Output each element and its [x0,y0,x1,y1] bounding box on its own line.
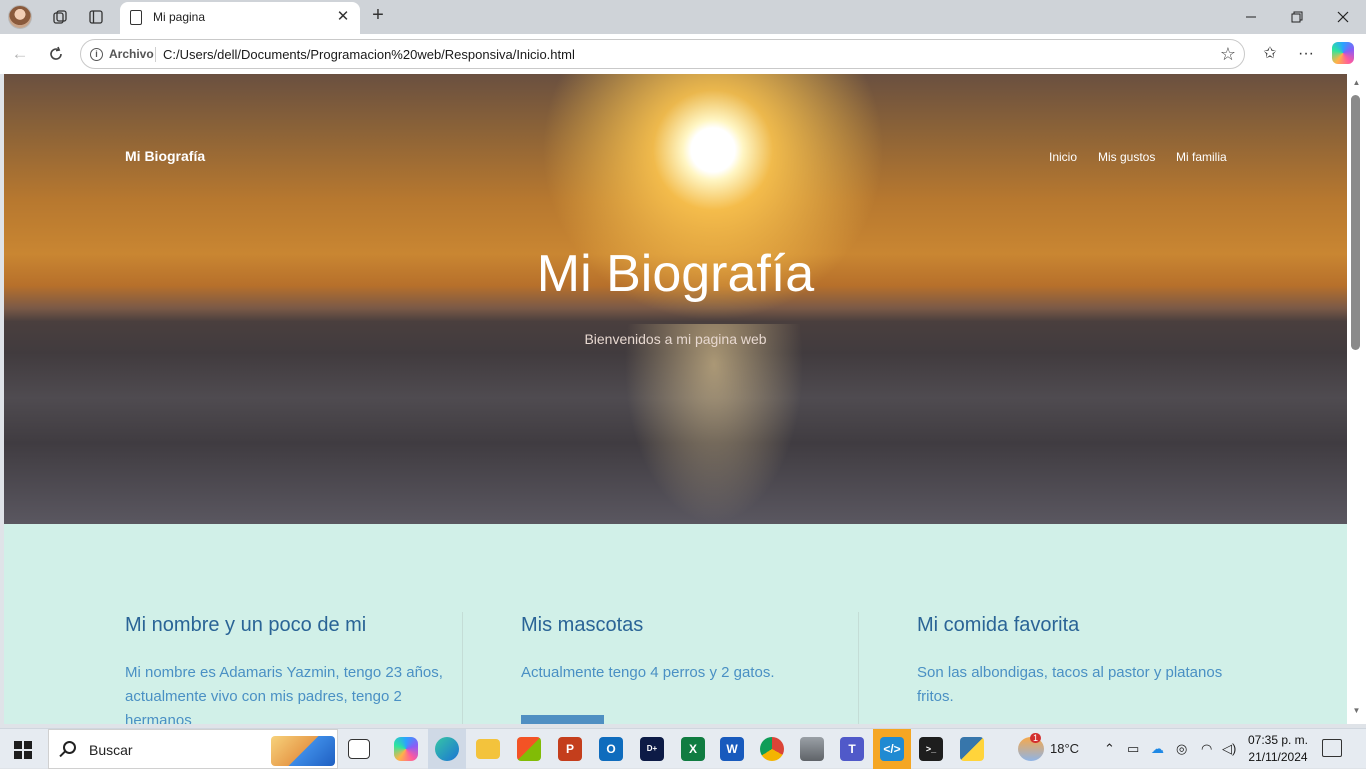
site-brand[interactable]: Mi Biografía [125,148,205,164]
favorites-icon[interactable]: ✩ [1258,42,1282,66]
volume-icon[interactable]: ◁) [1222,741,1236,757]
battery-icon[interactable]: ▭ [1127,741,1139,757]
column-text: Mi nombre es Adamaris Yazmin, tengo 23 a… [125,664,443,724]
vscode-icon[interactable]: </> [880,737,904,761]
new-tab-button[interactable]: + [366,4,390,28]
notifications-icon[interactable] [1322,739,1342,757]
profile-avatar[interactable] [8,5,32,29]
info-icon[interactable]: i [90,48,103,61]
favorite-star-icon[interactable]: ☆ [1220,44,1236,65]
hero-section: Mi Biografía Inicio Mis gustos Mi famili… [4,74,1347,524]
url-text[interactable]: C:/Users/dell/Documents/Programacion%20w… [163,47,575,62]
powerpoint-icon[interactable]: P [558,737,582,761]
tab-title: Mi pagina [153,10,206,24]
nav-link-mi-familia[interactable]: Mi familia [1176,150,1227,164]
back-icon[interactable]: ← [8,42,32,66]
scroll-up-icon[interactable]: ▲ [1349,78,1364,90]
nav-link-mis-gustos[interactable]: Mis gustos [1098,150,1155,164]
clock-time: 07:35 p. m. [1247,733,1309,747]
browser-toolbar: ← i Archivo C:/Users/dell/Documents/Prog… [0,34,1366,74]
python-icon[interactable] [960,737,984,761]
wifi-icon[interactable]: ◠ [1201,741,1212,757]
active-tab[interactable]: Mi pagina ✕ [120,2,360,34]
taskbar-search[interactable]: Buscar [48,729,338,769]
column-divider [462,612,463,724]
column-pets: Mis mascotas Actualmente tengo 4 perros … [521,614,861,685]
outlook-icon[interactable]: O [599,737,623,761]
column-divider [858,612,859,724]
minimize-icon[interactable] [1228,0,1274,34]
teams-icon[interactable]: T [840,737,864,761]
word-icon[interactable]: W [720,737,744,761]
hero-title: Mi Biografía [536,245,815,303]
terminal-icon[interactable]: >_ [919,737,943,761]
restore-icon[interactable] [1274,0,1320,34]
search-icon [63,741,76,754]
file-explorer-icon[interactable] [476,739,500,759]
scroll-down-icon[interactable]: ▼ [1349,706,1364,718]
column-text: Son las albondigas, tacos al pastor y pl… [917,664,1223,705]
column-about-me: Mi nombre y un poco de mi Mi nombre es A… [125,614,465,724]
store-icon[interactable] [517,737,541,761]
document-icon [130,10,142,25]
windows-taskbar: Buscar P O D+ X W T </> >_ 1 18°C ⌃ ▭ ☁ … [0,728,1366,769]
tray-overflow-icon[interactable]: ⌃ [1104,741,1115,757]
address-bar[interactable]: i Archivo C:/Users/dell/Documents/Progra… [80,39,1245,69]
chrome-icon[interactable] [760,737,784,761]
start-button[interactable] [14,741,32,759]
page-viewport: Mi Biografía Inicio Mis gustos Mi famili… [4,74,1347,724]
pets-button[interactable] [521,715,604,724]
weather-badge: 1 [1030,733,1042,743]
meet-icon[interactable]: ◎ [1176,741,1187,757]
close-tab-icon[interactable]: ✕ [334,8,352,26]
onedrive-icon[interactable]: ☁ [1151,741,1164,757]
tab-strip: Mi pagina ✕ + [0,0,1366,34]
scrollbar-thumb[interactable] [1351,95,1360,350]
clock-date: 21/11/2024 [1248,750,1308,764]
edge-icon[interactable] [435,737,459,761]
copilot-icon[interactable] [1332,42,1354,64]
workspaces-icon[interactable] [48,5,72,29]
search-label: Buscar [89,742,133,758]
taskbar-clock[interactable]: 07:35 p. m. 21/11/2024 [1240,732,1316,766]
sun-reflection [624,324,804,524]
task-view-icon[interactable] [348,739,370,759]
close-icon[interactable] [1320,0,1366,34]
more-icon[interactable]: ··· [1294,42,1318,66]
address-separator [155,47,156,62]
weather-temp[interactable]: 18°C [1050,741,1079,756]
tab-actions-icon[interactable] [84,5,108,29]
column-favorite-food: Mi comida favorita Son las albondigas, t… [917,614,1257,709]
scheme-label[interactable]: Archivo [109,47,154,61]
column-title: Mis mascotas [521,614,644,636]
nav-link-inicio[interactable]: Inicio [1049,150,1077,164]
copilot-app-icon[interactable] [394,737,418,761]
column-text: Actualmente tengo 4 perros y 2 gatos. [521,664,775,681]
column-title: Mi nombre y un poco de mi [125,614,367,636]
disney-plus-icon[interactable]: D+ [640,737,664,761]
database-icon[interactable] [800,737,824,761]
excel-icon[interactable]: X [681,737,705,761]
search-highlight-icon [271,736,335,766]
refresh-icon[interactable] [44,42,68,66]
hero-subtitle: Bienvenidos a mi pagina web [584,331,767,347]
column-title: Mi comida favorita [917,614,1080,636]
